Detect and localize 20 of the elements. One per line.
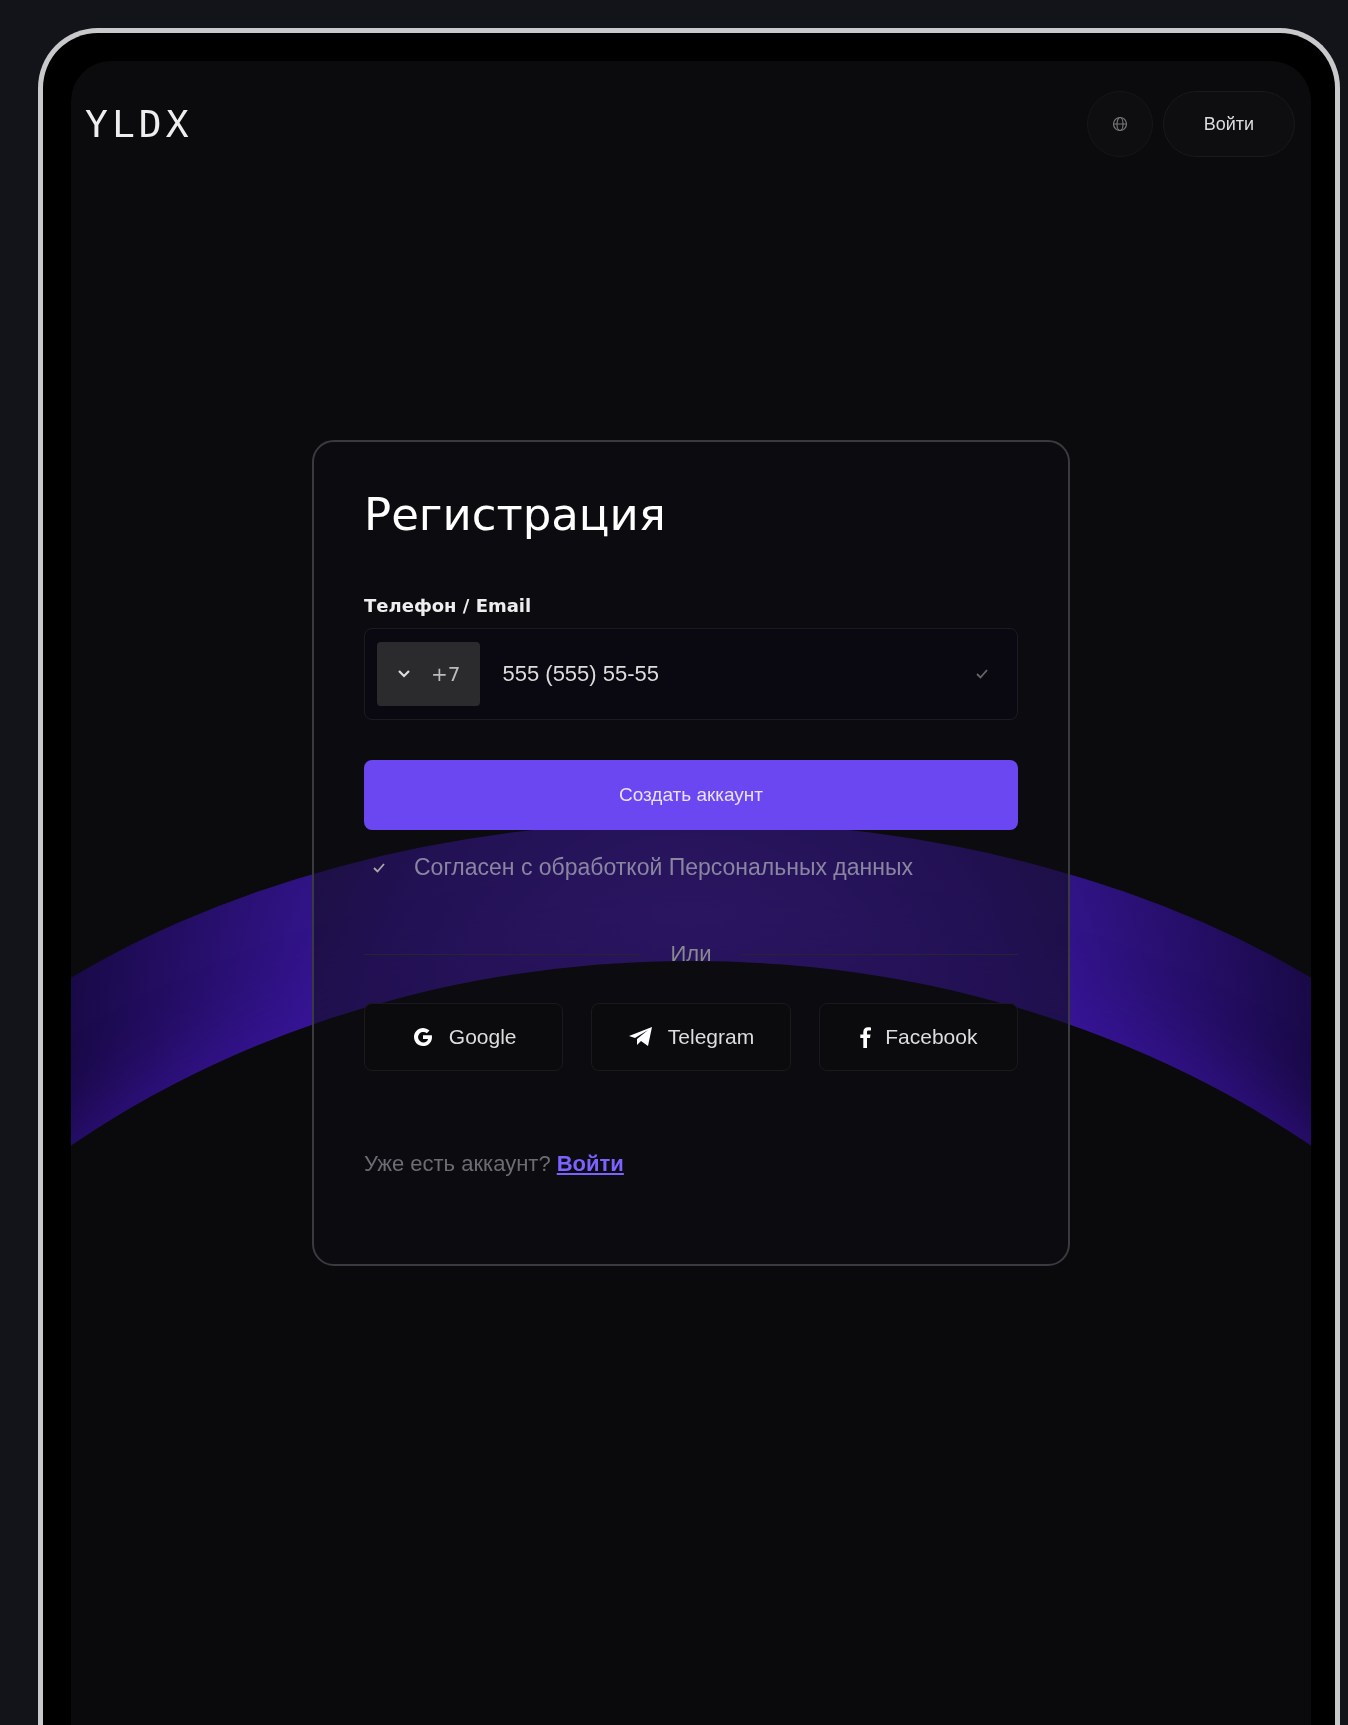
login-prompt: Уже есть аккаунт? Войти bbox=[364, 1151, 625, 1177]
field-label: Телефон / Email bbox=[364, 595, 533, 616]
consent-label: Согласен с обработкой Персональных данных bbox=[414, 854, 913, 881]
login-link[interactable]: Войти bbox=[556, 1151, 624, 1176]
login-button[interactable]: Войти bbox=[1162, 91, 1295, 157]
country-code-select[interactable]: +7 bbox=[377, 642, 481, 706]
create-account-button[interactable]: Создать аккаунт bbox=[364, 760, 1018, 830]
form-title: Регистрация bbox=[364, 488, 667, 541]
globe-icon bbox=[1111, 116, 1128, 132]
google-button[interactable]: Google bbox=[364, 1003, 564, 1071]
telegram-button[interactable]: Telegram bbox=[591, 1003, 791, 1071]
logo[interactable]: YLDX bbox=[85, 102, 193, 146]
f-letter-icon bbox=[859, 1026, 872, 1048]
phone-value: 555 (555) 55-55 bbox=[502, 661, 661, 687]
phone-field[interactable]: +7 555 (555) 55-55 bbox=[364, 628, 1018, 720]
divider-label: Или bbox=[670, 941, 712, 967]
chevron-down-icon bbox=[397, 669, 411, 679]
consent-checkbox[interactable] bbox=[372, 861, 386, 874]
facebook-button[interactable]: Facebook bbox=[818, 1003, 1018, 1071]
paper-plane-icon bbox=[627, 1026, 654, 1048]
